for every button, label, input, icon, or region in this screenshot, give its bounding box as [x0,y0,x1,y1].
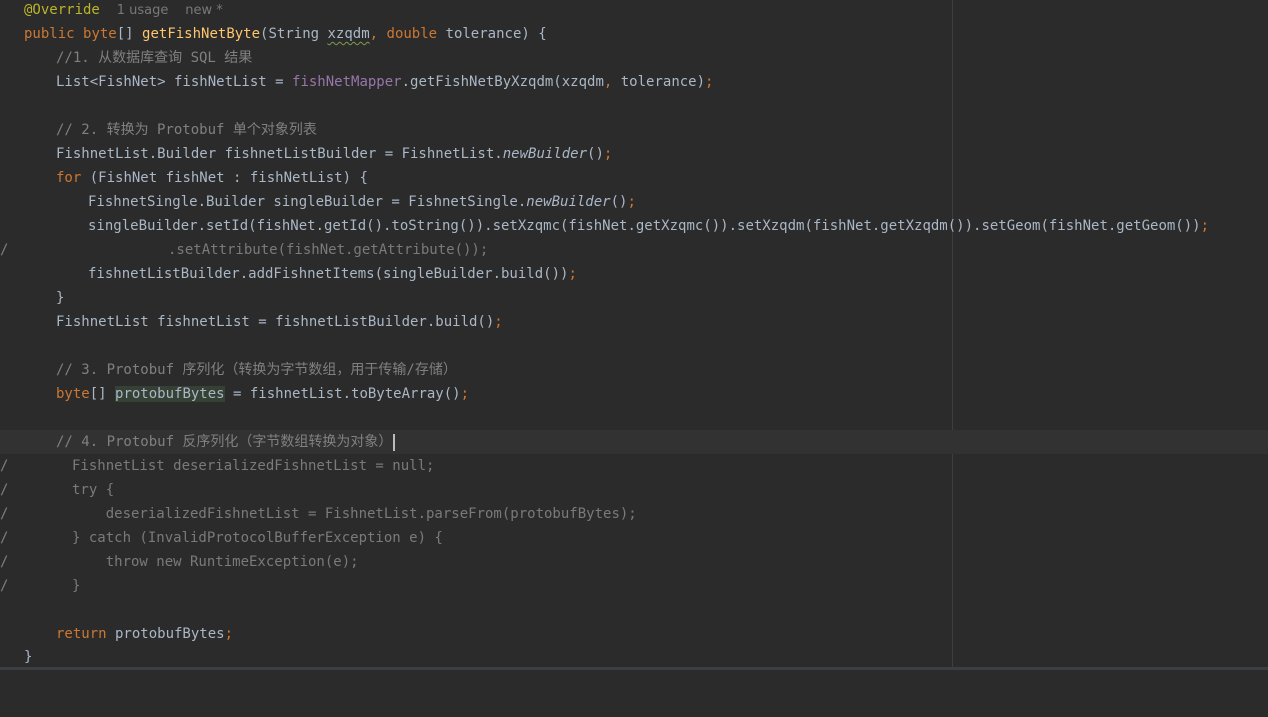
keyword-byte: byte [83,26,117,42]
semicolon: ; [460,386,470,402]
commented-code: deserializedFishnetList = FishnetList.pa… [72,506,637,522]
code-line-comment-1[interactable]: //1. 从数据库查询 SQL 结果 [0,46,1268,70]
builder-parens: () [587,146,604,162]
add-items-call: fishnetListBuilder.addFishnetItems(singl… [88,266,569,282]
to-byte-array-call: = fishnetList.toByteArray() [224,386,461,402]
usage-hint[interactable]: 1 usage [117,3,169,18]
comment-gutter-mark: / [0,530,9,546]
commented-set-attribute: .setAttribute(fishNet.getAttribute()); [168,242,489,258]
code-line-commented-3[interactable]: / deserializedFishnetList = FishnetList.… [0,502,1268,526]
code-line-commented-4[interactable]: / } catch (InvalidProtocolBufferExceptio… [0,526,1268,550]
semicolon: ; [1200,218,1210,234]
comment-step-4: // 4. Protobuf 反序列化（字节数组转换为对象） [56,434,393,450]
commented-code: FishnetList deserializedFishnetList = nu… [72,458,435,474]
closing-brace: } [56,290,65,306]
comment-step-2: // 2. 转换为 Protobuf 单个对象列表 [56,122,317,138]
array-brackets: [] [89,386,116,402]
builder-decl: FishnetList.Builder fishnetListBuilder =… [56,146,503,162]
code-line-commented-1[interactable]: / FishnetList deserializedFishnetList = … [0,454,1268,478]
comment-gutter-mark: / [0,554,9,570]
code-line-build[interactable]: FishnetList fishnetList = fishnetListBui… [0,310,1268,334]
author-hint[interactable]: new * [185,3,223,18]
code-line-bytes[interactable]: byte[] protobufBytes = fishnetList.toByt… [0,382,1268,406]
semicolon: ; [224,626,234,642]
mapper-field: fishNetMapper [292,74,402,90]
code-line-list-builder[interactable]: FishnetList.Builder fishnetListBuilder =… [0,142,1268,166]
comment-gutter-mark: / [0,578,9,594]
code-line-add-items[interactable]: fishnetListBuilder.addFishnetItems(singl… [0,262,1268,286]
method-closing-brace: } [24,649,33,665]
code-line-method-signature[interactable]: public byte[] getFishNetByte(String xzqd… [0,22,1268,46]
code-line-for-loop[interactable]: for (FishNet fishNet : fishNetList) { [0,166,1268,190]
param-comma: , [369,26,379,42]
keyword-for: for [56,170,82,186]
comment-gutter-mark: / [0,242,9,258]
array-brackets: [] [116,26,134,42]
method-name: getFishNetByte [142,26,261,42]
code-line-for-close[interactable]: } [0,286,1268,310]
single-builder-decl: FishnetSingle.Builder singleBuilder = Fi… [88,194,527,210]
param-tolerance: tolerance) { [437,26,547,42]
code-line-comment-2[interactable]: // 2. 转换为 Protobuf 单个对象列表 [0,118,1268,142]
protobuf-bytes-var: protobufBytes [115,386,225,402]
code-line-set-id[interactable]: singleBuilder.setId(fishNet.getId().toSt… [0,214,1268,238]
code-editor[interactable]: @Override 1 usage new * public byte[] ge… [0,0,1268,670]
keyword-public: public [24,26,75,42]
list-decl: List<FishNet> fishNetList = [56,74,293,90]
keyword-return: return [56,626,107,642]
commented-code: try { [72,482,115,498]
mapper-call: .getFishNetByXzqdm(xzqdm [401,74,604,90]
code-line-commented-2[interactable]: / try { [0,478,1268,502]
set-id-chain: singleBuilder.setId(fishNet.getId().toSt… [88,218,1201,234]
comment-step-1: //1. 从数据库查询 SQL 结果 [56,50,253,66]
new-builder-call: newBuilder [502,146,588,162]
code-line-comment-4[interactable]: // 4. Protobuf 反序列化（字节数组转换为对象） [0,430,1268,454]
comment-gutter-mark: / [0,506,9,522]
for-header: (FishNet fishNet : fishNetList) { [81,170,368,186]
param-open: (String [260,26,328,42]
text-caret [393,433,396,451]
code-line-commented-6[interactable]: / } [0,574,1268,598]
semicolon: ; [705,74,714,90]
call-rest: tolerance) [612,74,706,90]
semicolon: ; [627,194,636,210]
code-line-comment-3[interactable]: // 3. Protobuf 序列化（转换为字节数组，用于传输/存储） [0,358,1268,382]
builder-parens: () [610,194,628,210]
build-call: FishnetList fishnetList = fishnetListBui… [56,314,495,330]
commented-code: } [72,578,81,594]
code-line-commented-5[interactable]: / throw new RuntimeException(e); [0,550,1268,574]
comment-step-3: // 3. Protobuf 序列化（转换为字节数组，用于传输/存储） [56,362,457,378]
keyword-byte: byte [56,386,90,402]
code-line-return[interactable]: return protobufBytes; [0,622,1268,646]
override-annotation: @Override [24,2,100,18]
new-builder-call: newBuilder [526,194,611,210]
code-line-fishnet-list[interactable]: List<FishNet> fishNetList = fishNetMappe… [0,70,1268,94]
commented-code: throw new RuntimeException(e); [72,554,359,570]
code-line-annotation[interactable]: @Override 1 usage new * [0,0,1268,22]
return-value: protobufBytes [106,626,225,642]
code-line-set-attribute[interactable]: / .setAttribute(fishNet.getAttribute()); [0,238,1268,262]
param-xzqdm: xzqdm [327,26,370,42]
commented-code: } catch (InvalidProtocolBufferException … [72,530,443,546]
semicolon: ; [603,146,613,162]
code-line-single-builder[interactable]: FishnetSingle.Builder singleBuilder = Fi… [0,190,1268,214]
comment-gutter-mark: / [0,482,9,498]
comment-gutter-mark: / [0,458,9,474]
semicolon: ; [568,266,577,282]
keyword-double: double [386,26,438,42]
semicolon: ; [494,314,503,330]
code-line-method-close[interactable]: } [0,645,1268,669]
